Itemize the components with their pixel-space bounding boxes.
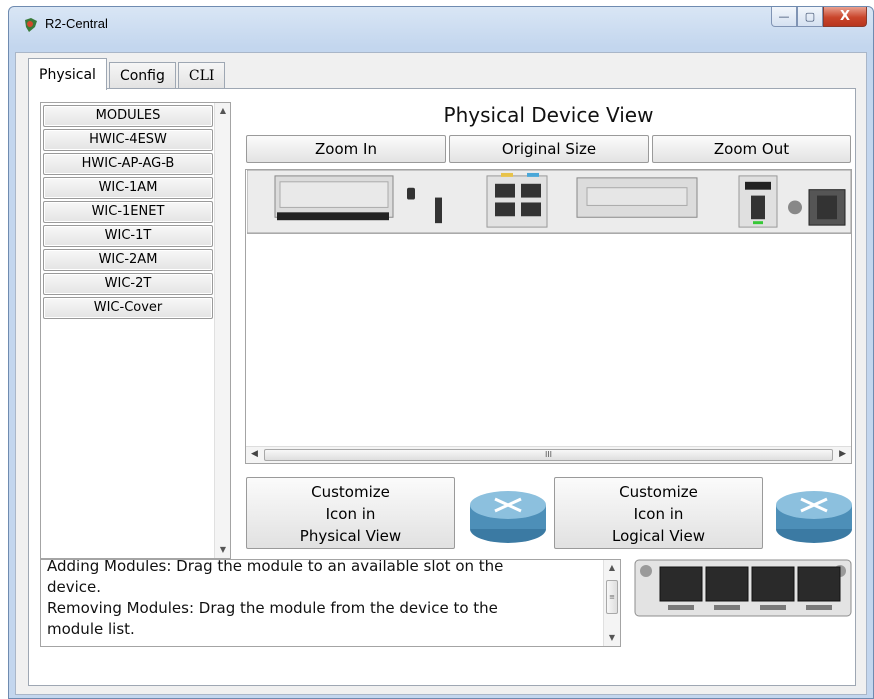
customize-physical-line: Icon in — [325, 505, 376, 523]
module-item[interactable]: WIC-1T — [43, 225, 213, 247]
info-line: module list. — [47, 620, 135, 638]
scroll-up-icon[interactable]: ▲ — [215, 103, 231, 119]
tab-physical[interactable]: Physical — [28, 58, 107, 90]
scroll-right-icon[interactable]: ▶ — [839, 449, 846, 459]
info-scrollbar[interactable]: ▲ ≡ ▼ — [603, 560, 620, 646]
customize-logical-line: Icon in — [633, 505, 684, 523]
scroll-down-icon[interactable]: ▼ — [215, 542, 231, 558]
router-app-icon — [25, 18, 37, 32]
module-item[interactable]: WIC-2AM — [43, 249, 213, 271]
modules-list[interactable]: MODULES HWIC-4ESW HWIC-AP-AG-B WIC-1AM W… — [40, 102, 231, 559]
zoom-in-button[interactable]: Zoom In — [246, 135, 446, 163]
module-item[interactable]: WIC-1AM — [43, 177, 213, 199]
physical-view-title: Physical Device View — [443, 103, 654, 127]
zoom-out-button[interactable]: Zoom Out — [652, 135, 851, 163]
original-size-button[interactable]: Original Size — [449, 135, 649, 163]
close-icon[interactable]: X — [823, 7, 867, 27]
module-item[interactable]: WIC-1ENET — [43, 201, 213, 223]
tab-bar: Physical Config CLI — [28, 56, 227, 90]
router-logical-icon — [776, 491, 852, 543]
info-scroll-thumb[interactable]: ≡ — [606, 580, 618, 614]
module-preview-image — [634, 559, 852, 617]
tab-cli[interactable]: CLI — [177, 62, 226, 89]
module-info-box: Adding Modules: Drag the module to an av… — [40, 559, 621, 647]
scroll-up-icon[interactable]: ▲ — [604, 560, 620, 576]
router-physical-icon — [470, 491, 546, 543]
info-line: Adding Modules: Drag the module to an av… — [47, 559, 504, 575]
scroll-down-icon[interactable]: ▼ — [604, 630, 620, 646]
title-bar[interactable]: R2-Central — ▢ X — [9, 7, 873, 43]
customize-logical-line: Customize — [619, 483, 698, 501]
module-item[interactable]: HWIC-AP-AG-B — [43, 153, 213, 175]
customize-logical-line: Logical View — [612, 527, 705, 545]
scroll-thumb[interactable]: III — [264, 449, 833, 461]
modules-scrollbar[interactable]: ▲ ▼ — [214, 103, 230, 558]
module-item[interactable]: WIC-Cover — [43, 297, 213, 319]
scroll-left-icon[interactable]: ◀ — [251, 449, 258, 459]
window-title: R2-Central — [45, 16, 108, 31]
module-item[interactable]: HWIC-4ESW — [43, 129, 213, 151]
info-line: device. — [47, 578, 102, 596]
device-view-hscrollbar[interactable]: ◀ III ▶ — [246, 446, 851, 463]
minimize-icon[interactable]: — — [771, 7, 797, 27]
modules-header-button[interactable]: MODULES — [43, 105, 213, 127]
physical-device-view[interactable]: ◀ III ▶ — [245, 169, 852, 464]
info-line: Removing Modules: Drag the module from t… — [47, 599, 498, 617]
customize-physical-line: Physical View — [299, 527, 402, 545]
module-item[interactable]: WIC-2T — [43, 273, 213, 295]
customize-physical-line: Customize — [311, 483, 390, 501]
customize-physical-button[interactable]: Customize Icon in Physical View — [246, 477, 455, 549]
customize-logical-button[interactable]: Customize Icon in Logical View — [554, 477, 763, 549]
module-info-text: Adding Modules: Drag the module to an av… — [47, 559, 593, 640]
router-chassis-image[interactable] — [247, 170, 851, 234]
device-window: R2-Central — ▢ X Physical Config CLI MOD… — [8, 6, 874, 699]
tab-config[interactable]: Config — [108, 62, 176, 89]
maximize-icon[interactable]: ▢ — [797, 7, 823, 27]
